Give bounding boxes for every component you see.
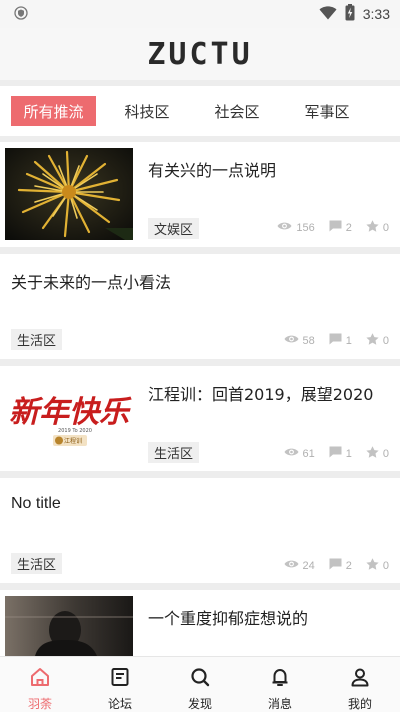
post-card[interactable]: 有关兴的一点说明 文娱区 156 2 0 xyxy=(0,142,400,247)
nav-home-label: 羽荼 xyxy=(27,697,52,711)
status-bar: 3:33 xyxy=(0,0,400,28)
nav-forum-label: 论坛 xyxy=(107,697,132,711)
nav-discover-label: 发现 xyxy=(187,697,212,711)
comments-stat: 2 xyxy=(329,558,352,573)
star-icon xyxy=(366,558,383,573)
post-card[interactable]: 新年快乐 2019 To 2020 江程训 江程训：回首2019，展望2020 … xyxy=(0,366,400,471)
bottom-nav: 羽荼 论坛 发现 消息 我的 xyxy=(0,656,400,712)
star-icon xyxy=(366,220,383,235)
views-stat: 156 xyxy=(277,221,315,234)
category-tab-bar: 所有推流 科技区 社会区 军事区 xyxy=(0,86,400,136)
likes-count: 0 xyxy=(382,221,389,234)
nav-home[interactable]: 羽荼 xyxy=(0,657,80,712)
post-card[interactable]: No title 生活区 24 2 0 xyxy=(0,478,400,583)
eye-icon xyxy=(277,221,296,234)
post-title[interactable]: 有关兴的一点说明 xyxy=(148,157,276,181)
comments-count: 1 xyxy=(345,334,352,347)
post-title[interactable]: No title xyxy=(11,495,61,513)
views-stat: 24 xyxy=(284,559,315,572)
post-card[interactable]: 一个重度抑郁症想说的 xyxy=(0,590,400,656)
comment-icon xyxy=(329,558,346,573)
eye-icon xyxy=(284,334,303,347)
post-title[interactable]: 一个重度抑郁症想说的 xyxy=(148,605,308,629)
comment-icon xyxy=(329,446,346,461)
comments-count: 2 xyxy=(345,221,352,234)
post-title[interactable]: 江程训：回首2019，展望2020 xyxy=(148,381,373,405)
profile-icon xyxy=(349,666,371,692)
eye-icon xyxy=(284,447,303,460)
likes-stat: 0 xyxy=(366,558,389,573)
thumb-badge: 江程训 xyxy=(64,437,82,445)
forum-icon xyxy=(109,666,131,692)
post-category-tag[interactable]: 生活区 xyxy=(11,329,63,350)
nav-forum[interactable]: 论坛 xyxy=(80,657,160,712)
star-icon xyxy=(366,333,383,348)
post-title[interactable]: 关于未来的一点小看法 xyxy=(11,269,171,293)
views-count: 58 xyxy=(302,334,315,347)
shield-icon xyxy=(14,5,28,24)
post-category-tag[interactable]: 生活区 xyxy=(11,553,63,574)
app-header: ZUCTU xyxy=(0,28,400,80)
wifi-icon xyxy=(319,5,337,24)
post-thumbnail xyxy=(5,596,133,656)
likes-count: 0 xyxy=(382,447,389,460)
tab-military[interactable]: 军事区 xyxy=(286,96,368,126)
post-stats: 58 1 0 xyxy=(284,333,389,348)
post-thumbnail: 新年快乐 2019 To 2020 江程训 xyxy=(5,372,133,464)
post-thumbnail xyxy=(5,148,133,240)
battery-charging-icon xyxy=(345,3,355,25)
tab-technology[interactable]: 科技区 xyxy=(106,96,188,126)
home-icon xyxy=(29,666,51,692)
tab-society[interactable]: 社会区 xyxy=(196,96,278,126)
discover-icon xyxy=(189,666,211,692)
comments-stat: 1 xyxy=(329,333,352,348)
post-category-tag[interactable]: 文娱区 xyxy=(148,218,200,239)
nav-profile-label: 我的 xyxy=(347,697,372,711)
comment-icon xyxy=(329,220,346,235)
likes-stat: 0 xyxy=(366,446,389,461)
comments-count: 1 xyxy=(345,447,352,460)
likes-count: 0 xyxy=(382,334,389,347)
bell-icon xyxy=(269,666,291,692)
star-icon xyxy=(366,446,383,461)
post-card[interactable]: 关于未来的一点小看法 生活区 58 1 0 xyxy=(0,254,400,359)
likes-stat: 0 xyxy=(366,220,389,235)
tab-all-feed[interactable]: 所有推流 xyxy=(11,96,96,126)
nav-discover[interactable]: 发现 xyxy=(160,657,240,712)
nav-messages[interactable]: 消息 xyxy=(240,657,320,712)
nav-profile[interactable]: 我的 xyxy=(320,657,400,712)
views-stat: 58 xyxy=(284,334,315,347)
views-count: 24 xyxy=(302,559,315,572)
comments-stat: 1 xyxy=(329,446,352,461)
post-stats: 24 2 0 xyxy=(284,558,389,573)
eye-icon xyxy=(284,559,303,572)
app-logo: ZUCTU xyxy=(147,36,253,72)
post-category-tag[interactable]: 生活区 xyxy=(148,442,200,463)
post-stats: 61 1 0 xyxy=(284,446,389,461)
views-count: 61 xyxy=(302,447,315,460)
comments-count: 2 xyxy=(345,559,352,572)
comments-stat: 2 xyxy=(329,220,352,235)
nav-messages-label: 消息 xyxy=(267,697,292,711)
views-stat: 61 xyxy=(284,447,315,460)
thumb-headline: 新年快乐 xyxy=(9,395,132,430)
likes-stat: 0 xyxy=(366,333,389,348)
thumb-subtext: 2019 To 2020 xyxy=(58,428,92,434)
views-count: 156 xyxy=(296,221,315,234)
post-stats: 156 2 0 xyxy=(277,220,389,235)
comment-icon xyxy=(329,333,346,348)
clock: 3:33 xyxy=(362,6,390,22)
likes-count: 0 xyxy=(382,559,389,572)
